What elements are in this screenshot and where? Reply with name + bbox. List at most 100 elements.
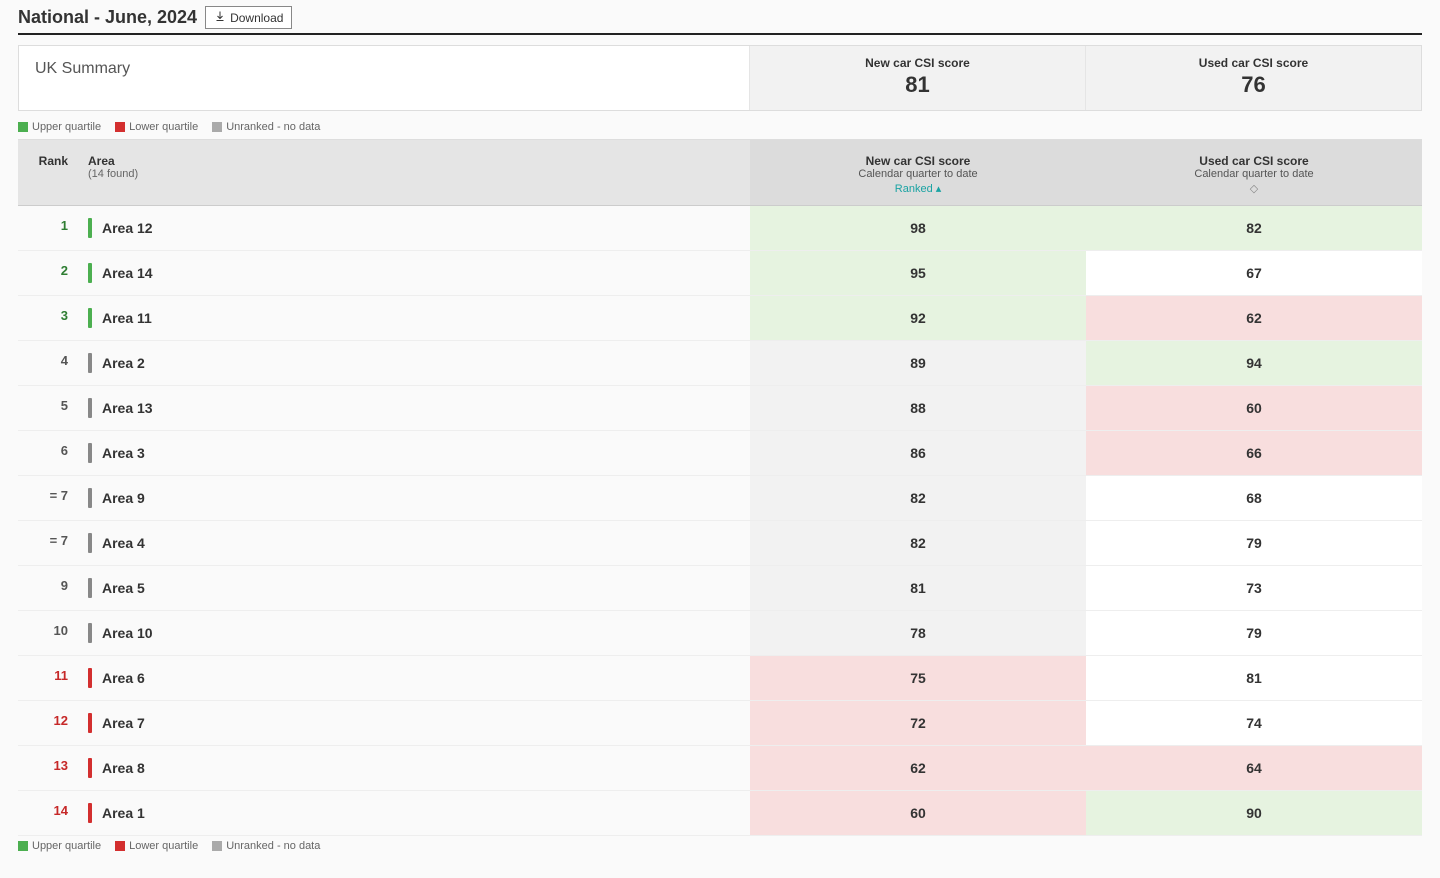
new-score-cell: 88 — [750, 386, 1086, 430]
new-score-cell: 98 — [750, 206, 1086, 250]
summary-used-title: Used car CSI score — [1086, 56, 1421, 70]
table-row[interactable]: 5Area 138860 — [18, 386, 1422, 431]
table-row[interactable]: 1Area 129882 — [18, 206, 1422, 251]
area-cell[interactable]: Area 3 — [78, 431, 750, 475]
summary-label: UK Summary — [19, 46, 749, 110]
area-cell[interactable]: Area 14 — [78, 251, 750, 295]
used-score-cell: 67 — [1086, 251, 1422, 295]
table-row[interactable]: = 7 Area 9 8268 — [18, 476, 1422, 521]
rank-cell: 13 — [18, 746, 78, 790]
rank-cell: 9 — [18, 566, 78, 610]
swatch-lower-icon — [115, 841, 125, 851]
area-name: Area 4 — [102, 535, 145, 551]
new-score-cell: 95 — [750, 251, 1086, 295]
area-cell[interactable]: Area 1 — [78, 791, 750, 835]
swatch-unranked-icon — [212, 841, 222, 851]
new-score-cell: 92 — [750, 296, 1086, 340]
area-cell[interactable]: Area 7 — [78, 701, 750, 745]
rank-cell: 5 — [18, 386, 78, 430]
area-name: Area 10 — [102, 625, 153, 641]
used-score-cell: 81 — [1086, 656, 1422, 700]
area-cell[interactable]: Area 5 — [78, 566, 750, 610]
used-score-cell: 62 — [1086, 296, 1422, 340]
title-row: National - June, 2024 Download — [18, 6, 1422, 35]
rank-cell: 11 — [18, 656, 78, 700]
rank-cell: 3 — [18, 296, 78, 340]
table-row[interactable]: 11Area 67581 — [18, 656, 1422, 701]
table-body: 1Area 1298822Area 1495673Area 1192624Are… — [18, 206, 1422, 836]
ranking-table: Rank Area (14 found) New car CSI score C… — [18, 139, 1422, 836]
area-cell[interactable]: Area 9 — [78, 476, 750, 520]
quartile-bar-icon — [88, 533, 92, 553]
used-score-cell: 73 — [1086, 566, 1422, 610]
used-score-cell: 94 — [1086, 341, 1422, 385]
rank-cell: 4 — [18, 341, 78, 385]
area-name: Area 1 — [102, 805, 145, 821]
area-name: Area 2 — [102, 355, 145, 371]
col-area-header[interactable]: Area (14 found) — [78, 140, 750, 205]
quartile-bar-icon — [88, 623, 92, 643]
legend-unranked-bottom: Unranked - no data — [212, 840, 320, 852]
col-new-score-header[interactable]: New car CSI score Calendar quarter to da… — [750, 140, 1086, 205]
area-name: Area 9 — [102, 490, 145, 506]
area-cell[interactable]: Area 10 — [78, 611, 750, 655]
area-cell[interactable]: Area 11 — [78, 296, 750, 340]
table-row[interactable]: 6Area 38666 — [18, 431, 1422, 476]
area-cell[interactable]: Area 4 — [78, 521, 750, 565]
download-button[interactable]: Download — [205, 6, 292, 29]
used-score-cell: 66 — [1086, 431, 1422, 475]
new-score-cell: 72 — [750, 701, 1086, 745]
used-score-cell: 68 — [1086, 476, 1422, 520]
new-score-cell: 86 — [750, 431, 1086, 475]
swatch-upper-icon — [18, 841, 28, 851]
area-cell[interactable]: Area 13 — [78, 386, 750, 430]
summary-row: UK Summary New car CSI score 81 Used car… — [18, 45, 1422, 111]
table-row[interactable]: 14 Area 1 6090 — [18, 791, 1422, 836]
area-cell[interactable]: Area 2 — [78, 341, 750, 385]
new-score-cell: 81 — [750, 566, 1086, 610]
table-row[interactable]: 12Area 77274 — [18, 701, 1422, 746]
quartile-bar-icon — [88, 758, 92, 778]
table-row[interactable]: 10Area 107879 — [18, 611, 1422, 656]
rank-cell: 6 — [18, 431, 78, 475]
rank-cell: = 7 — [18, 476, 78, 520]
table-row[interactable]: 2Area 149567 — [18, 251, 1422, 296]
used-score-cell: 90 — [1086, 791, 1422, 835]
quartile-bar-icon — [88, 218, 92, 238]
new-score-cell: 60 — [750, 791, 1086, 835]
area-name: Area 7 — [102, 715, 145, 731]
sort-new-score[interactable]: Ranked ▴ — [895, 182, 941, 195]
col-used-score-header[interactable]: Used car CSI score Calendar quarter to d… — [1086, 140, 1422, 205]
table-row[interactable]: 9 Area 5 8173 — [18, 566, 1422, 611]
quartile-bar-icon — [88, 353, 92, 373]
rank-cell: 14 — [18, 791, 78, 835]
download-icon — [214, 10, 226, 25]
col-rank-header[interactable]: Rank — [18, 140, 78, 205]
new-score-cell: 82 — [750, 476, 1086, 520]
sort-icon: ◇ — [1250, 182, 1258, 195]
new-score-cell: 62 — [750, 746, 1086, 790]
page-title: National - June, 2024 — [18, 7, 197, 28]
sort-used-score[interactable]: ◇ — [1250, 182, 1258, 195]
swatch-upper-icon — [18, 122, 28, 132]
area-cell[interactable]: Area 8 — [78, 746, 750, 790]
area-name: Area 5 — [102, 580, 145, 596]
summary-new-value: 81 — [750, 72, 1085, 98]
summary-used-value: 76 — [1086, 72, 1421, 98]
area-name: Area 11 — [102, 310, 152, 326]
chevron-up-icon: ▴ — [936, 182, 942, 195]
new-score-cell: 75 — [750, 656, 1086, 700]
table-row[interactable]: 3 Area 11 9262 — [18, 296, 1422, 341]
area-cell[interactable]: Area 12 — [78, 206, 750, 250]
summary-used-car: Used car CSI score 76 — [1085, 46, 1421, 110]
legend-lower: Lower quartile — [115, 121, 198, 133]
table-header: Rank Area (14 found) New car CSI score C… — [18, 139, 1422, 206]
new-score-cell: 89 — [750, 341, 1086, 385]
legend-lower-bottom: Lower quartile — [115, 840, 198, 852]
table-row[interactable]: 13Area 86264 — [18, 746, 1422, 791]
area-cell[interactable]: Area 6 — [78, 656, 750, 700]
summary-new-title: New car CSI score — [750, 56, 1085, 70]
table-row[interactable]: = 7Area 48279 — [18, 521, 1422, 566]
used-score-cell: 79 — [1086, 611, 1422, 655]
table-row[interactable]: 4 Area 2 8994 — [18, 341, 1422, 386]
